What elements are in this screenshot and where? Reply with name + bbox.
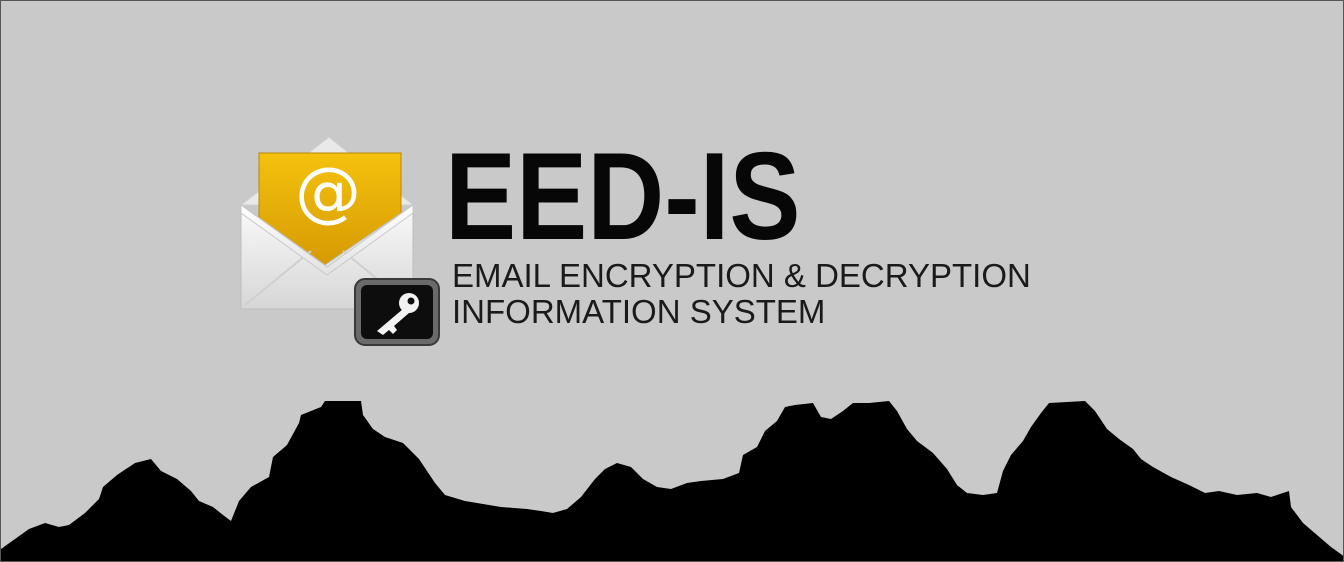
banner: @ EED-IS EMAIL ENCRYPTION & DECRYPTION I… [0,0,1344,562]
skyline-silhouette [1,401,1343,561]
